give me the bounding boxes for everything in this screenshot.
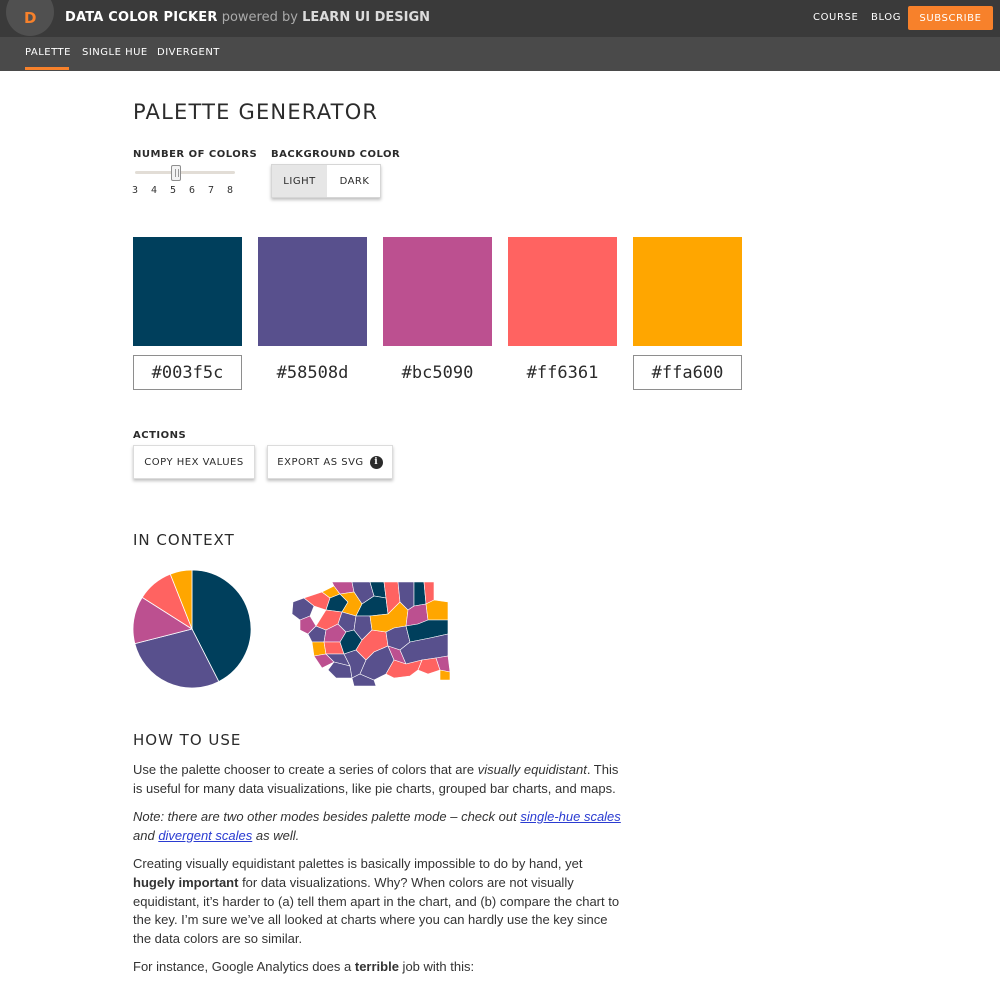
note-text-b: and	[133, 827, 159, 843]
active-tab-indicator	[25, 67, 69, 70]
single-hue-scales-link[interactable]: single-hue scales	[520, 809, 620, 824]
top-bar: D DATA COLOR PICKER powered by LEARN UI …	[0, 0, 1000, 37]
tab-single-hue[interactable]: SINGLE HUE	[82, 47, 148, 58]
background-color-label: BACKGROUND COLOR	[271, 149, 401, 160]
explanation-strong: hugely important	[133, 874, 239, 890]
slider-tick-4: 4	[151, 185, 158, 196]
background-dark-button[interactable]: DARK	[327, 165, 382, 197]
intro-emphasis: visually equidistant	[477, 762, 587, 777]
export-as-svg-label: EXPORT AS SVG	[277, 456, 364, 468]
divergent-scales-link[interactable]: divergent scales	[158, 828, 252, 843]
logo-letter: D	[24, 9, 37, 27]
app-title[interactable]: DATA COLOR PICKER	[65, 10, 218, 25]
intro-text-a: Use the palette chooser to create a seri…	[133, 762, 478, 777]
note-text-a: Note: there are two other modes besides …	[133, 809, 521, 824]
intro-paragraph: Use the palette chooser to create a seri…	[133, 761, 625, 799]
explanation-paragraph: Creating visually equidistant palettes i…	[133, 855, 625, 949]
in-context-heading: IN CONTEXT	[133, 531, 235, 549]
powered-by-text: powered by	[221, 10, 298, 25]
page-title: PALETTE GENERATOR	[133, 100, 379, 124]
copy-hex-values-button[interactable]: COPY HEX VALUES	[133, 445, 255, 479]
hex-input[interactable]: #ff6361	[508, 355, 617, 390]
background-light-button[interactable]: LIGHT	[272, 165, 327, 197]
example-text-a: For instance, Google Analytics does a	[133, 959, 355, 974]
tab-divergent[interactable]: DIVERGENT	[157, 47, 220, 58]
brand: DATA COLOR PICKER powered by LEARN UI DE…	[65, 10, 430, 25]
mode-tabs-bar: PALETTE SINGLE HUE DIVERGENT	[0, 37, 1000, 71]
explanation-text-a: Creating visually equidistant palettes i…	[133, 856, 583, 871]
map-region	[311, 641, 327, 657]
hex-input[interactable]: #58508d	[258, 355, 367, 390]
actions-label: ACTIONS	[133, 430, 187, 441]
subscribe-button[interactable]: SUBSCRIBE	[908, 6, 993, 30]
slider-tick-7: 7	[208, 185, 215, 196]
color-swatch[interactable]	[133, 237, 242, 346]
learn-ui-design-link[interactable]: LEARN UI DESIGN	[302, 10, 430, 25]
export-as-svg-button[interactable]: EXPORT AS SVG i	[267, 445, 393, 479]
slider-tick-8: 8	[227, 185, 234, 196]
background-toggle: LIGHT DARK	[271, 164, 381, 198]
color-swatch[interactable]	[258, 237, 367, 346]
number-of-colors-label: NUMBER OF COLORS	[133, 149, 258, 160]
hex-input[interactable]: #bc5090	[383, 355, 492, 390]
hex-input[interactable]: #003f5c	[133, 355, 242, 390]
copy-hex-values-label: COPY HEX VALUES	[144, 456, 244, 468]
how-to-use-heading: HOW TO USE	[133, 731, 242, 749]
color-swatch[interactable]	[508, 237, 617, 346]
number-of-colors-slider[interactable]	[135, 171, 235, 174]
color-swatch[interactable]	[383, 237, 492, 346]
example-text-b: job with this:	[398, 959, 475, 974]
nav-course-link[interactable]: COURSE	[813, 12, 858, 23]
slider-tick-5: 5	[170, 185, 177, 196]
tab-palette[interactable]: PALETTE	[25, 47, 71, 58]
slider-handle[interactable]	[171, 165, 181, 181]
example-paragraph: For instance, Google Analytics does a te…	[133, 958, 625, 977]
info-icon[interactable]: i	[369, 455, 383, 469]
slider-tick-3: 3	[132, 185, 139, 196]
sample-pie-chart	[132, 569, 252, 689]
map-region	[439, 669, 451, 681]
nav-blog-link[interactable]: BLOG	[871, 12, 901, 23]
note-paragraph: Note: there are two other modes besides …	[133, 808, 625, 846]
hex-input[interactable]: #ffa600	[633, 355, 742, 390]
note-text-c: as well.	[252, 827, 300, 843]
color-swatch[interactable]	[633, 237, 742, 346]
sample-washington-map	[291, 581, 451, 687]
example-strong: terrible	[354, 959, 399, 974]
slider-tick-6: 6	[189, 185, 196, 196]
map-region	[425, 599, 449, 621]
